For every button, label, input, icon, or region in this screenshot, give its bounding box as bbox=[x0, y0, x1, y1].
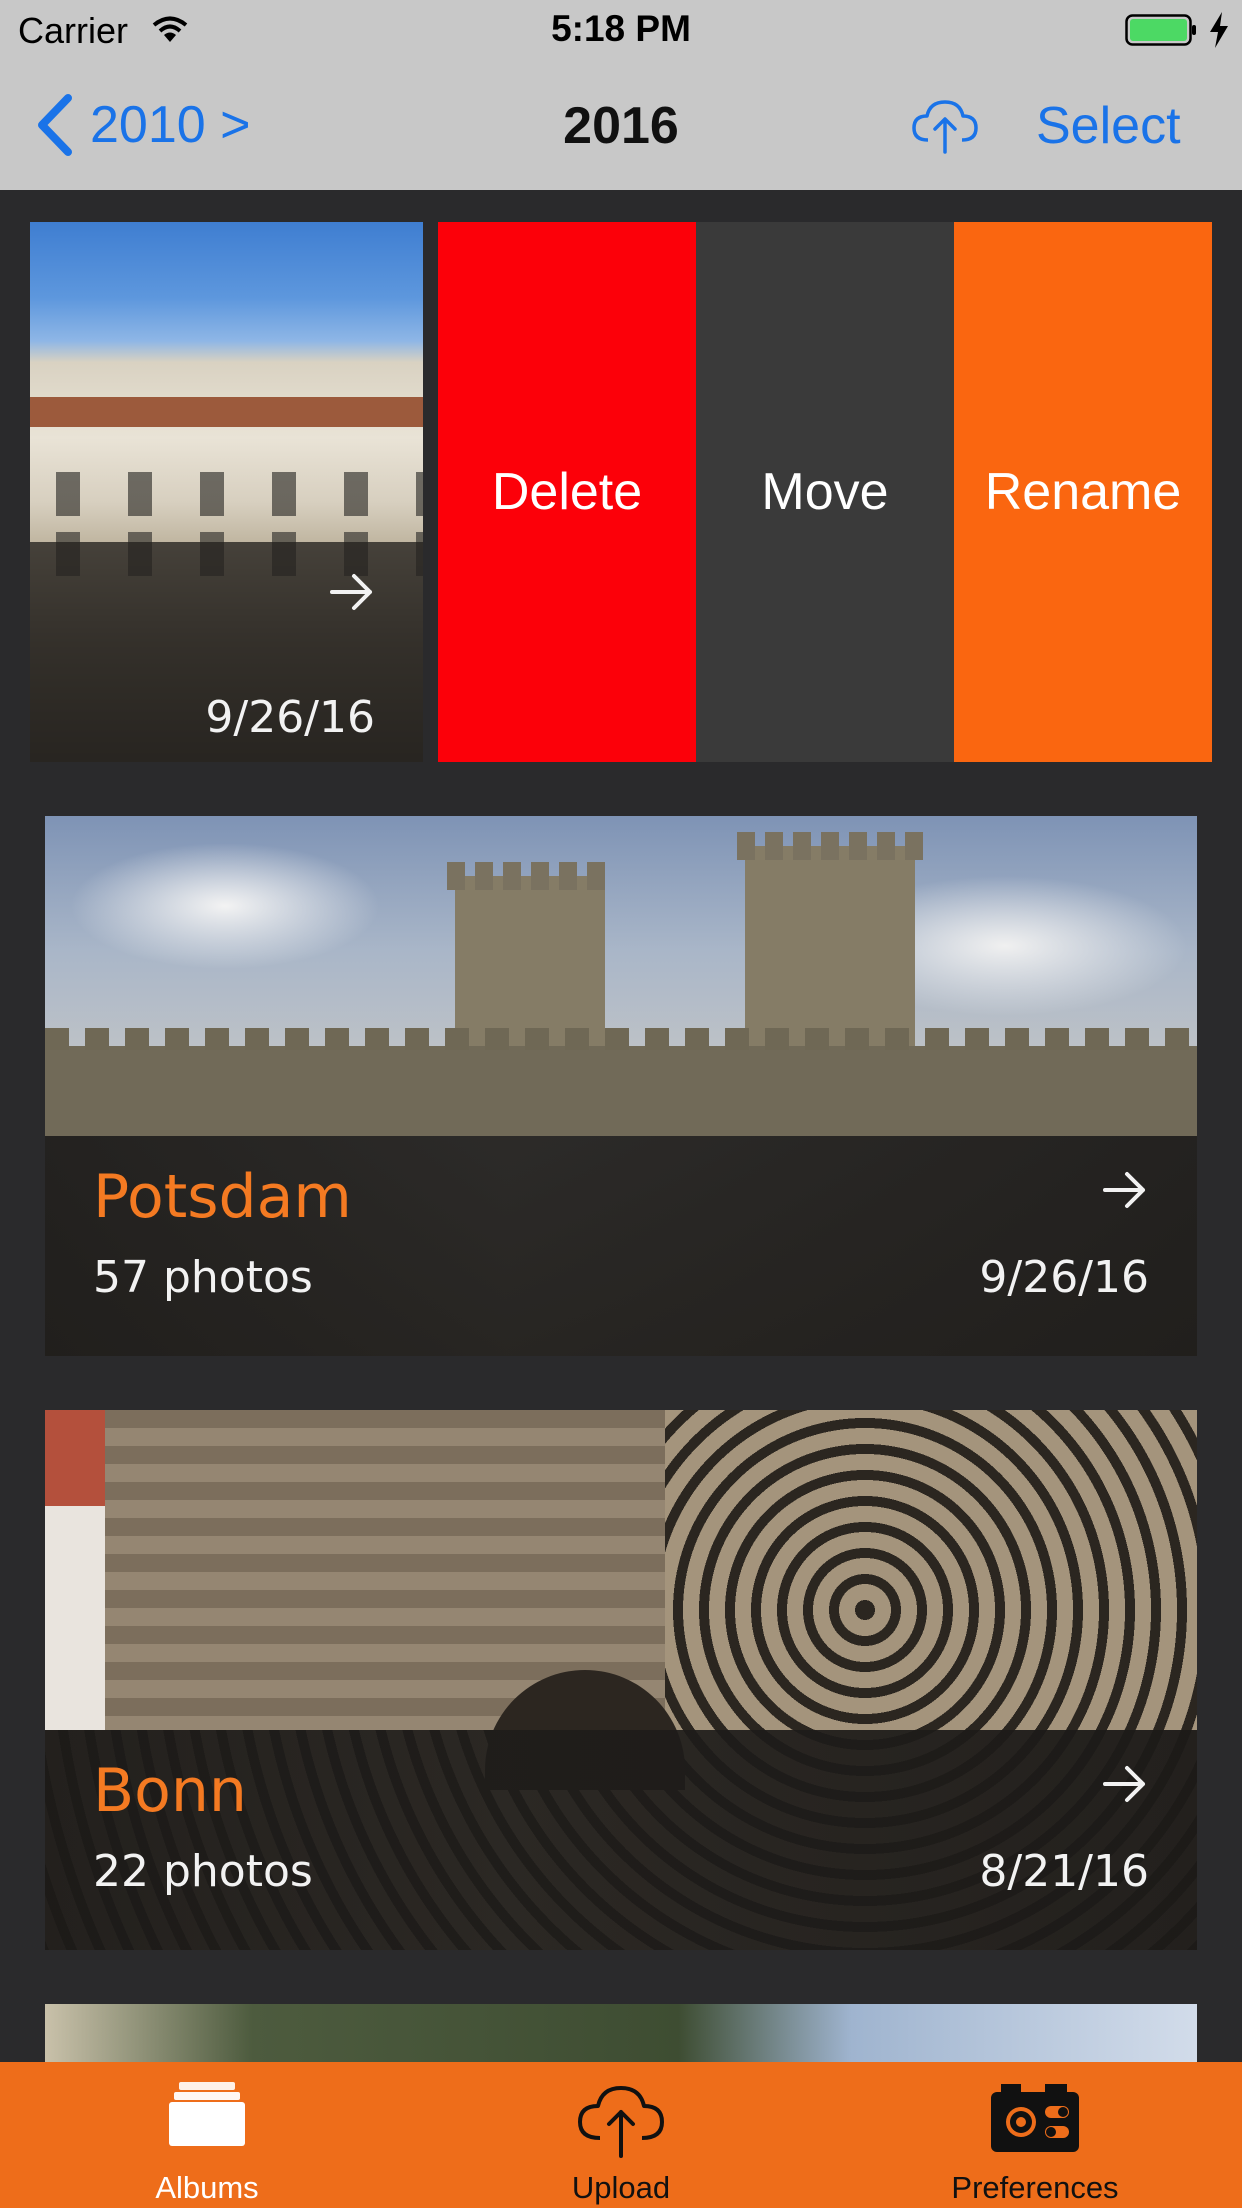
tab-preferences-label: Preferences bbox=[951, 2170, 1119, 2205]
tab-bar: Albums Upload Preferences bbox=[0, 2062, 1242, 2208]
arrow-right-icon bbox=[1103, 1172, 1145, 1208]
move-button[interactable]: Move bbox=[696, 222, 954, 762]
album-photo-count: 57 photos bbox=[93, 1252, 313, 1303]
charging-icon bbox=[1210, 12, 1228, 48]
album-date: 9/26/16 bbox=[205, 692, 375, 743]
building-roof bbox=[30, 397, 423, 427]
album-card-potsdam[interactable]: Potsdam 57 photos 9/26/16 bbox=[45, 816, 1197, 1356]
album-list[interactable]: 9/26/16 Delete Move Rename Potsdam 57 ph… bbox=[0, 190, 1242, 2062]
album-cover-photo bbox=[45, 2004, 1197, 2062]
tab-preferences[interactable]: Preferences bbox=[885, 2062, 1185, 2208]
delete-button-label: Delete bbox=[491, 463, 643, 521]
building-windows bbox=[30, 472, 423, 516]
tab-upload[interactable]: Upload bbox=[471, 2062, 771, 2208]
albums-stack-icon bbox=[169, 2082, 245, 2146]
swiped-album-card[interactable]: 9/26/16 bbox=[30, 222, 423, 762]
navigation-bar: 2010 > 2016 Select bbox=[0, 60, 1242, 190]
move-button-label: Move bbox=[761, 463, 889, 521]
arrow-right-icon bbox=[1103, 1766, 1145, 1802]
album-date: 8/21/16 bbox=[979, 1846, 1149, 1897]
arrow-right-icon bbox=[330, 574, 372, 610]
album-card-bonn[interactable]: Bonn 22 photos 8/21/16 bbox=[45, 1410, 1197, 1950]
cloud-upload-icon bbox=[578, 2086, 664, 2158]
rename-button[interactable]: Rename bbox=[954, 222, 1212, 762]
album-photo-count: 22 photos bbox=[93, 1846, 313, 1897]
preferences-gear-icon bbox=[991, 2084, 1079, 2152]
album-date: 9/26/16 bbox=[979, 1252, 1149, 1303]
tab-upload-label: Upload bbox=[571, 2170, 671, 2205]
delete-button[interactable]: Delete bbox=[438, 222, 696, 762]
status-bar: Carrier 5:18 PM bbox=[0, 0, 1242, 60]
tab-albums-label: Albums bbox=[155, 2170, 259, 2205]
castle-wall bbox=[45, 1028, 1197, 1136]
status-time: 5:18 PM bbox=[551, 8, 691, 49]
rename-button-label: Rename bbox=[984, 463, 1182, 521]
cloud-upload-icon[interactable] bbox=[910, 96, 980, 154]
tab-albums[interactable]: Albums bbox=[57, 2062, 357, 2208]
album-title: Potsdam bbox=[93, 1162, 352, 1232]
album-title: Bonn bbox=[93, 1756, 247, 1826]
album-card-partial[interactable] bbox=[45, 2004, 1197, 2062]
battery-icon bbox=[1125, 14, 1196, 46]
select-button[interactable]: Select bbox=[1036, 96, 1181, 156]
